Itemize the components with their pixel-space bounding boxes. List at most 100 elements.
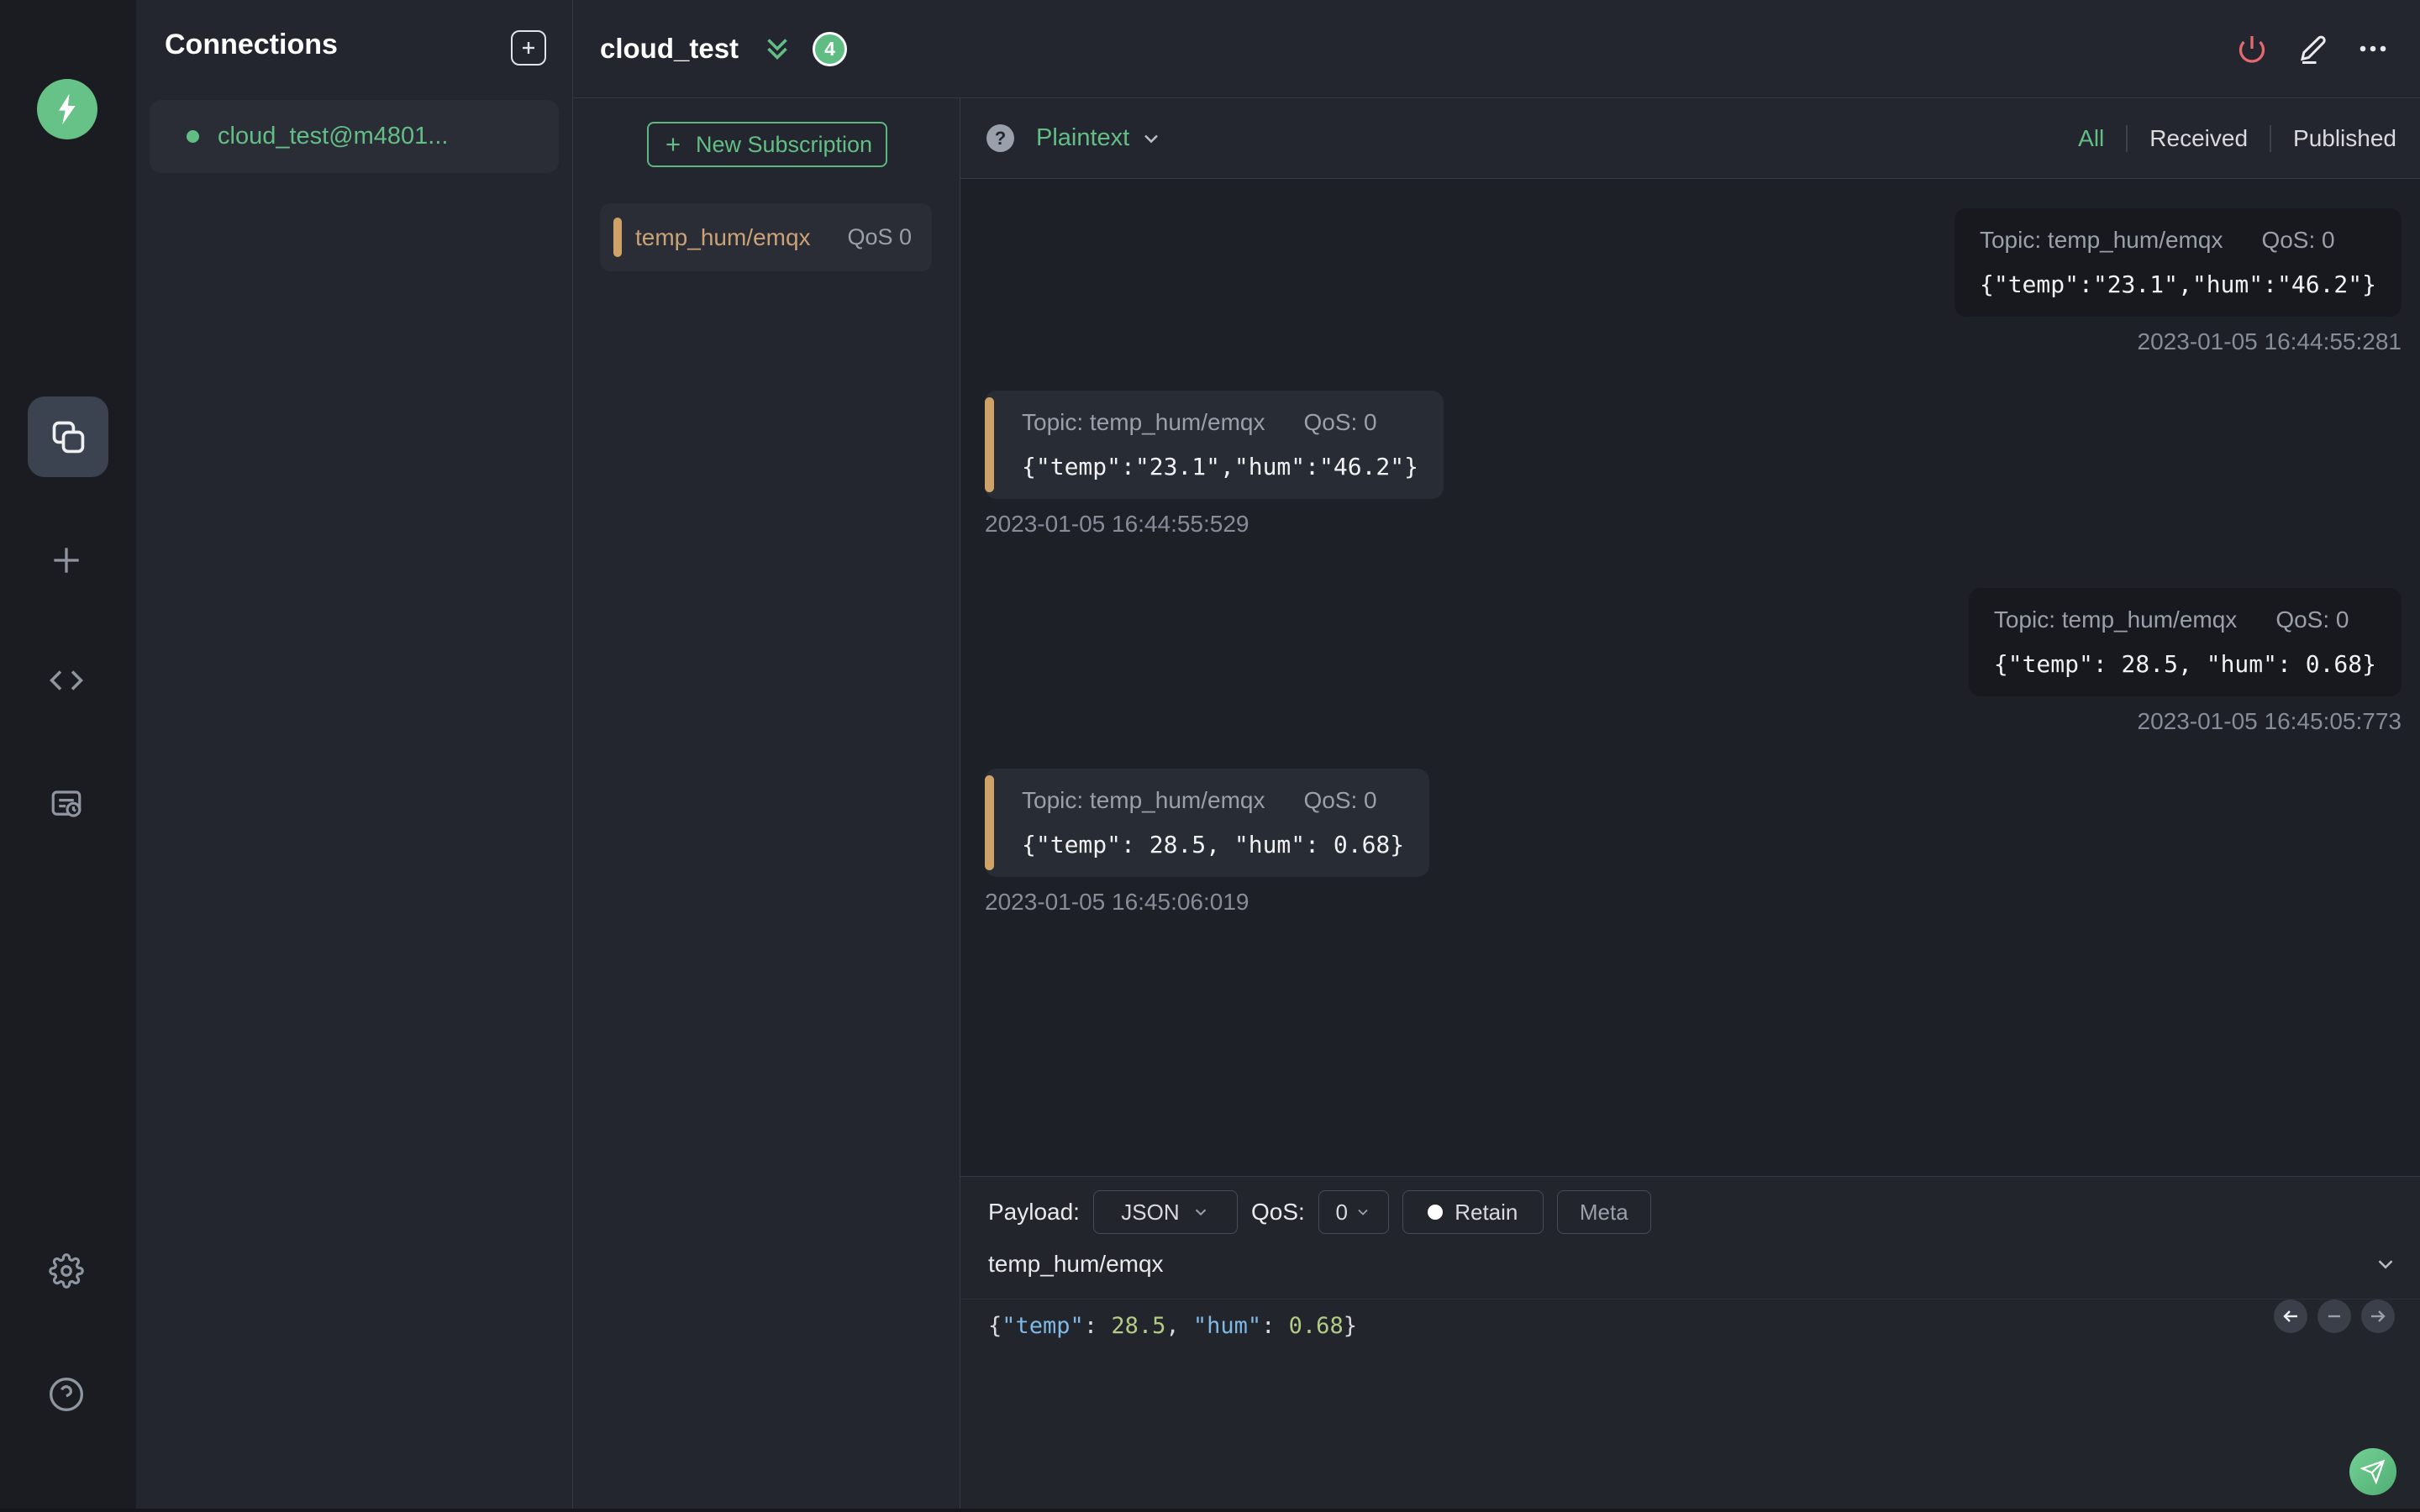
- message-timestamp: 2023-01-05 16:44:55:529: [985, 511, 1249, 537]
- send-paper-plane-icon: [2360, 1459, 2386, 1484]
- publish-panel: Payload: JSON QoS: 0 Retain Meta temp_hu…: [960, 1176, 2420, 1512]
- rail-log-button[interactable]: [46, 784, 87, 824]
- history-prev-button[interactable]: [2274, 1299, 2307, 1333]
- connection-list-item[interactable]: cloud_test@m4801...: [150, 100, 559, 173]
- payload-label: Payload:: [988, 1199, 1080, 1225]
- help-circle-icon: [50, 1378, 83, 1411]
- disconnect-button[interactable]: [2237, 34, 2267, 64]
- mqttx-logo-bolt-icon: [59, 93, 76, 125]
- publish-toolbar: Payload: JSON QoS: 0 Retain Meta: [988, 1190, 1651, 1234]
- arrow-right-icon: [2371, 1310, 2386, 1322]
- message-timestamp: 2023-01-05 16:45:05:773: [2137, 708, 2402, 734]
- payload-token: :: [1261, 1313, 1289, 1339]
- log-icon: [51, 790, 82, 817]
- new-connection-plus-icon: [54, 548, 79, 573]
- message-filters: All Received Published: [2078, 124, 2420, 152]
- payload-token: }: [1343, 1313, 1357, 1339]
- rail-new-connection-button[interactable]: [46, 540, 87, 580]
- qos-label: QoS:: [1250, 1199, 1305, 1225]
- message-toolbar: ? Plaintext All Received Published: [960, 98, 2420, 179]
- payload-token: "hum": [1192, 1313, 1262, 1339]
- message-pane: ? Plaintext All Received Published Topic…: [960, 98, 2420, 1512]
- help-circle-badge[interactable]: ?: [986, 124, 1014, 152]
- payload-token: {: [988, 1313, 1002, 1339]
- collapse-panel-button[interactable]: [762, 34, 792, 64]
- published-message[interactable]: Topic: temp_hum/emqx QoS: 0 {"temp":"23.…: [1954, 208, 2402, 355]
- message-qos: QoS: 0: [2261, 227, 2335, 253]
- add-connection-button[interactable]: [511, 30, 546, 66]
- meta-button[interactable]: Meta: [1556, 1190, 1651, 1234]
- subscription-topic: temp_hum/emqx: [635, 223, 811, 250]
- message-payload: {"temp":"23.1","hum":"46.2"}: [1022, 453, 1419, 480]
- header-actions: [2237, 34, 2420, 64]
- payload-token: 0.68: [1288, 1313, 1344, 1339]
- payload-format-select[interactable]: JSON: [1092, 1190, 1238, 1234]
- message-payload: {"temp": 28.5, "hum": 0.68}: [1993, 650, 2376, 678]
- message-timestamp: 2023-01-05 16:45:06:019: [985, 889, 1249, 915]
- message-qos: QoS: 0: [2275, 606, 2349, 633]
- filter-all[interactable]: All: [2078, 125, 2104, 152]
- message-timestamp: 2023-01-05 16:44:55:281: [2137, 328, 2402, 354]
- received-message[interactable]: Topic: temp_hum/emqx QoS: 0 {"temp":"23.…: [985, 391, 1444, 538]
- connections-panel: Connections cloud_test@m4801...: [136, 0, 573, 1512]
- payload-format-selector[interactable]: Plaintext: [1036, 124, 1129, 152]
- send-button[interactable]: [2349, 1448, 2396, 1495]
- subscription-item[interactable]: temp_hum/emqx QoS 0: [600, 203, 932, 271]
- double-chevron-down-icon: [767, 39, 787, 60]
- message-qos: QoS: 0: [1303, 787, 1377, 813]
- arrow-left-icon: [2283, 1310, 2297, 1322]
- collapse-editor-button[interactable]: [2373, 1252, 2398, 1277]
- disconnect-power-icon: [2238, 36, 2265, 63]
- connection-header: cloud_test 4: [573, 0, 2420, 98]
- message-bubble: Topic: temp_hum/emqx QoS: 0 {"temp":"23.…: [985, 391, 1444, 499]
- payload-editor[interactable]: {"temp": 28.5, "hum": 0.68}: [988, 1313, 1357, 1339]
- chevron-down-icon[interactable]: [1139, 127, 1163, 150]
- topic-input-row: temp_hum/emqx: [988, 1251, 2398, 1278]
- message-topic: Topic: temp_hum/emqx: [1979, 227, 2223, 253]
- message-list[interactable]: Topic: temp_hum/emqx QoS: 0 {"temp":"23.…: [960, 179, 2420, 1176]
- message-count-badge: 4: [813, 31, 848, 66]
- rail-connections-button[interactable]: [28, 396, 108, 477]
- published-message[interactable]: Topic: temp_hum/emqx QoS: 0 {"temp": 28.…: [1968, 588, 2402, 735]
- rail-help-button[interactable]: [46, 1374, 87, 1415]
- connection-name: cloud_test@m4801...: [218, 123, 449, 150]
- payload-token: ,: [1165, 1313, 1193, 1339]
- history-clear-button[interactable]: [2317, 1299, 2351, 1333]
- new-subscription-button[interactable]: New Subscription: [647, 122, 887, 167]
- topic-input[interactable]: temp_hum/emqx: [988, 1251, 1164, 1278]
- more-options-button[interactable]: [2358, 34, 2388, 64]
- main-area: cloud_test 4 New Subscription temp_hum/e…: [573, 0, 2420, 1512]
- edit-pencil-icon: [2300, 35, 2326, 64]
- settings-gear-icon: [49, 1253, 84, 1289]
- connection-title: cloud_test: [600, 33, 739, 64]
- chevron-down-icon: [1192, 1203, 1210, 1221]
- message-topic: Topic: temp_hum/emqx: [1022, 787, 1265, 813]
- message-bubble: Topic: temp_hum/emqx QoS: 0 {"temp": 28.…: [985, 769, 1430, 877]
- retain-label: Retain: [1455, 1199, 1518, 1225]
- plus-icon: [666, 138, 680, 151]
- filter-separator: [2270, 124, 2272, 152]
- meta-label: Meta: [1579, 1199, 1628, 1225]
- rail-settings-button[interactable]: [46, 1251, 87, 1291]
- payload-token: "temp": [1002, 1313, 1084, 1339]
- filter-published[interactable]: Published: [2293, 125, 2396, 152]
- new-subscription-label: New Subscription: [695, 131, 873, 157]
- more-ellipsis-icon: [2360, 45, 2386, 52]
- qos-select[interactable]: 0: [1318, 1190, 1389, 1234]
- mqttx-logo: [37, 79, 97, 139]
- history-next-button[interactable]: [2361, 1299, 2395, 1333]
- edit-connection-button[interactable]: [2297, 34, 2328, 64]
- received-message[interactable]: Topic: temp_hum/emqx QoS: 0 {"temp": 28.…: [985, 769, 1430, 916]
- script-code-icon: [50, 670, 83, 690]
- subscription-color-bar: [613, 218, 622, 257]
- plus-icon: [523, 42, 534, 54]
- message-topic: Topic: temp_hum/emqx: [1993, 606, 2238, 633]
- window-bottom-edge: [0, 1509, 2420, 1512]
- filter-received[interactable]: Received: [2149, 125, 2248, 152]
- message-payload: {"temp": 28.5, "hum": 0.68}: [1022, 831, 1405, 858]
- payload-format-value: JSON: [1121, 1199, 1180, 1225]
- message-qos: QoS: 0: [1303, 409, 1377, 435]
- rail-script-button[interactable]: [46, 660, 87, 701]
- retain-toggle[interactable]: Retain: [1402, 1190, 1544, 1234]
- connections-title: Connections: [165, 29, 338, 60]
